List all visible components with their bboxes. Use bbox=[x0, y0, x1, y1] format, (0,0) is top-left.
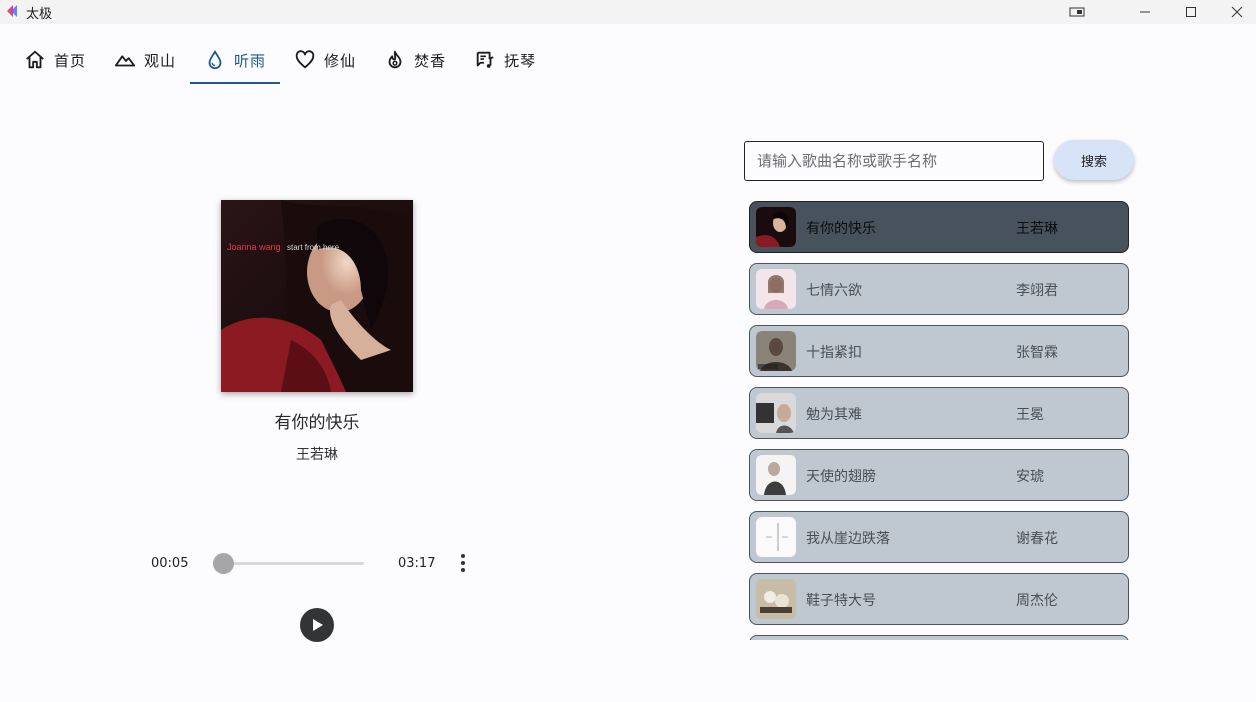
tab-guanshan[interactable]: 观山 bbox=[100, 36, 190, 84]
song-row[interactable]: 我从崖边跌落 谢春花 bbox=[749, 511, 1129, 563]
song-artist: 王若琳 bbox=[1016, 221, 1058, 237]
song-artist: 李翊君 bbox=[1016, 283, 1058, 299]
app-logo-icon bbox=[7, 5, 17, 17]
song-artist: 王冕 bbox=[1016, 407, 1044, 423]
song-thumbnail bbox=[756, 269, 796, 309]
tab-label: 修仙 bbox=[324, 51, 357, 70]
water-drop-icon bbox=[208, 49, 222, 70]
song-title: 七情六欲 bbox=[806, 283, 862, 299]
song-title: 勉为其难 bbox=[806, 407, 862, 423]
tab-label: 观山 bbox=[144, 51, 177, 70]
tab-xiuxian[interactable]: 修仙 bbox=[280, 36, 370, 84]
home-icon bbox=[26, 50, 44, 69]
more-options-icon[interactable] bbox=[454, 552, 472, 574]
mountain-icon bbox=[114, 55, 136, 67]
song-row[interactable]: 勉为其难 王冕 bbox=[749, 387, 1129, 439]
song-row[interactable]: 有你的快乐 王若琳 bbox=[749, 201, 1129, 253]
total-time: 03:17 bbox=[398, 556, 436, 571]
song-title: 有你的快乐 bbox=[806, 221, 876, 237]
song-artist: 安琥 bbox=[1016, 469, 1044, 485]
close-icon[interactable] bbox=[1214, 0, 1256, 24]
song-thumbnail bbox=[756, 455, 796, 495]
song-thumbnail bbox=[756, 579, 796, 619]
progress-track[interactable] bbox=[222, 562, 364, 565]
song-row-partial[interactable] bbox=[749, 635, 1129, 640]
tab-label: 首页 bbox=[54, 51, 87, 70]
song-thumbnail bbox=[756, 393, 796, 433]
song-thumbnail bbox=[756, 517, 796, 557]
song-title: 我从崖边跌落 bbox=[806, 531, 890, 547]
minimize-icon[interactable] bbox=[1122, 0, 1168, 24]
song-row[interactable]: 鞋子特大号 周杰伦 bbox=[749, 573, 1129, 625]
play-icon bbox=[313, 619, 323, 631]
tab-fenxiang[interactable]: 焚香 bbox=[370, 36, 460, 84]
song-thumbnail bbox=[756, 207, 796, 247]
search-input[interactable] bbox=[744, 141, 1044, 181]
tab-tingyu[interactable]: 听雨 bbox=[190, 36, 281, 84]
song-artist: 周杰伦 bbox=[1016, 593, 1058, 609]
song-row[interactable]: 十指紧扣 张智霖 bbox=[749, 325, 1129, 377]
tab-label: 听雨 bbox=[234, 51, 267, 70]
song-title: 天使的翅膀 bbox=[806, 469, 876, 485]
maximize-icon[interactable] bbox=[1168, 0, 1214, 24]
song-title: 鞋子特大号 bbox=[806, 593, 876, 609]
cover-subtext: start from here bbox=[287, 243, 340, 252]
now-playing-artist: 王若琳 bbox=[296, 447, 338, 463]
song-list[interactable]: 有你的快乐 王若琳 七情六欲 李翊君 十指紧扣 张智霖 勉为其难 王冕 天使的翅… bbox=[744, 196, 1136, 640]
music-note-icon bbox=[476, 51, 494, 68]
tab-label: 焚香 bbox=[414, 51, 447, 70]
play-button[interactable] bbox=[300, 608, 334, 642]
cover-artist-text: Joanna wang bbox=[227, 242, 281, 252]
song-row[interactable]: 七情六欲 李翊君 bbox=[749, 263, 1129, 315]
progress-thumb[interactable] bbox=[213, 553, 234, 574]
current-time: 00:05 bbox=[151, 556, 189, 571]
flame-icon bbox=[388, 50, 402, 69]
now-playing-title: 有你的快乐 bbox=[274, 413, 360, 433]
tab-label: 抚琴 bbox=[504, 51, 537, 70]
tab-home[interactable]: 首页 bbox=[10, 36, 100, 84]
restore-icon[interactable] bbox=[1054, 0, 1100, 24]
search-button[interactable]: 搜索 bbox=[1054, 140, 1134, 180]
heart-icon bbox=[295, 50, 315, 69]
song-title: 十指紧扣 bbox=[806, 345, 862, 361]
song-thumbnail bbox=[756, 331, 796, 371]
title-bar: 太极 bbox=[0, 0, 1256, 24]
song-artist: 谢春花 bbox=[1016, 531, 1058, 547]
album-cover: Joanna wang start from here bbox=[221, 200, 413, 392]
tab-fuqin[interactable]: 抚琴 bbox=[460, 36, 550, 84]
song-row[interactable]: 天使的翅膀 安琥 bbox=[749, 449, 1129, 501]
song-artist: 张智霖 bbox=[1016, 345, 1058, 361]
window-title: 太极 bbox=[26, 7, 53, 22]
nav-tabs: 首页 观山 听雨 修仙 焚香 抚琴 bbox=[10, 36, 550, 84]
